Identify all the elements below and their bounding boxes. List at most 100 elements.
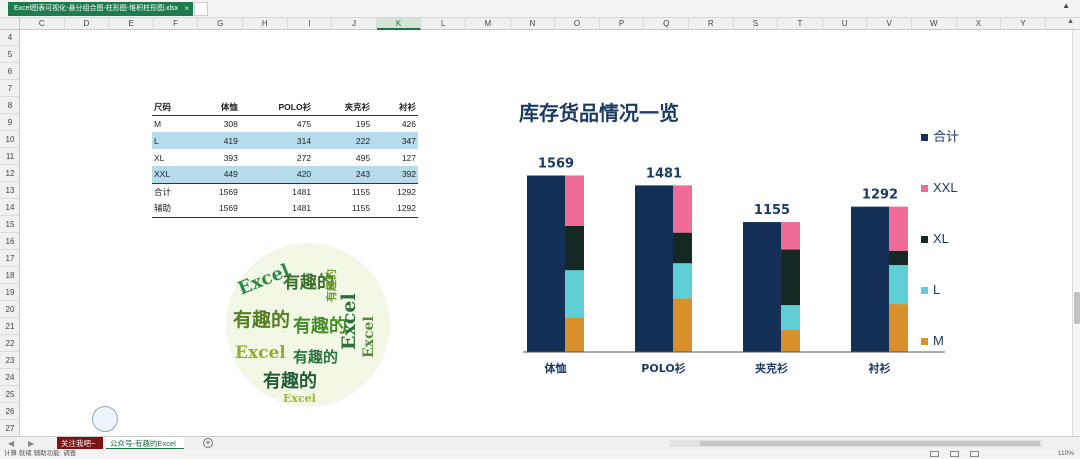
bar-segment-xxl-3[interactable] [781,222,800,250]
column-header-o[interactable]: O [555,18,600,30]
table-cell[interactable]: 127 [372,149,418,166]
column-header-k[interactable]: K [376,18,422,30]
row-header-8[interactable]: 8 [0,98,20,114]
bar-segment-xxl-2[interactable] [673,185,692,233]
header-tshirt[interactable]: 体恤 [194,100,240,116]
table-cell[interactable]: 272 [240,149,313,166]
table-cell[interactable]: 393 [194,149,240,166]
column-header-y[interactable]: Y [1001,18,1046,30]
zoom-level[interactable]: 110% [1058,449,1074,459]
column-header-p[interactable]: P [600,18,645,30]
row-header-17[interactable]: 17 [0,251,20,267]
row-header-22[interactable]: 22 [0,336,20,352]
row-header-18[interactable]: 18 [0,268,20,284]
table-cell[interactable]: 426 [372,115,418,132]
row-header-26[interactable]: 26 [0,404,20,420]
column-header-x[interactable]: X [957,18,1002,30]
bar-segment-m-3[interactable] [781,330,800,352]
table-cell[interactable]: 合计 [152,182,195,200]
table-cell[interactable]: 308 [194,115,240,132]
table-cell[interactable]: 347 [372,132,418,149]
table-cell[interactable]: 1292 [372,200,418,218]
header-size[interactable]: 尺码 [152,100,195,116]
row-header-15[interactable]: 15 [0,217,20,233]
add-sheet-button[interactable]: + [203,438,213,448]
row-header-16[interactable]: 16 [0,234,20,250]
bar-total-2[interactable] [635,185,673,352]
table-cell[interactable]: 475 [240,115,313,132]
row-header-21[interactable]: 21 [0,319,20,335]
column-header-l[interactable]: L [421,18,466,30]
table-cell[interactable]: 449 [194,166,240,183]
row-header-19[interactable]: 19 [0,285,20,301]
bar-segment-xl-4[interactable] [889,250,908,266]
table-cell[interactable]: 420 [239,166,314,183]
page-break-icon[interactable] [970,451,979,457]
normal-view-icon[interactable] [930,451,939,457]
table-cell[interactable]: 辅助 [152,200,195,218]
column-header-j[interactable]: J [332,18,377,30]
row-header-4[interactable]: 4 [0,30,20,46]
row-header-20[interactable]: 20 [0,302,20,318]
bar-segment-l-1[interactable] [565,270,584,318]
bar-segment-m-1[interactable] [565,317,584,352]
row-header-27[interactable]: 27 [0,421,20,437]
table-cell[interactable]: M [152,115,194,132]
row-header-12[interactable]: 12 [0,166,20,182]
legend-swatch-合计[interactable] [921,134,928,141]
table-cell[interactable]: XL [152,149,194,166]
vertical-scroll-thumb[interactable] [1074,292,1080,324]
table-cell[interactable]: 495 [313,149,372,166]
column-header-g[interactable]: G [198,18,243,30]
bar-segment-m-2[interactable] [673,298,692,352]
excel-word-cloud[interactable]: Excel 有趣的 有趣的 Excel 有趣的 Excel 有趣的 有趣的 Ex… [223,240,393,410]
column-header-f[interactable]: F [154,18,199,30]
table-cell[interactable]: 1569 [194,182,240,200]
column-header-w[interactable]: W [912,18,957,30]
page-layout-icon[interactable] [950,451,959,457]
table-cell[interactable]: 1481 [239,200,314,218]
bar-total-3[interactable] [743,222,781,352]
column-header-u[interactable]: U [823,18,868,30]
legend-swatch-xxl[interactable] [921,185,928,192]
column-header-m[interactable]: M [466,18,511,30]
table-cell[interactable]: 1155 [313,200,373,218]
scroll-up-icon[interactable]: ▲ [1067,18,1074,25]
bar-segment-l-4[interactable] [889,265,908,305]
table-cell[interactable]: 419 [194,132,240,149]
legend-label[interactable]: XL [933,231,949,246]
column-header-c[interactable]: C [20,18,65,30]
table-cell[interactable]: 1292 [372,182,418,200]
inventory-chart[interactable]: 库存货品情况一览 1569 1481 1155 1292 体恤 POLO衫 夹克衫 衬衫 合… [505,90,970,390]
row-header-10[interactable]: 10 [0,132,20,148]
column-header-n[interactable]: N [511,18,556,30]
row-header-7[interactable]: 7 [0,81,20,97]
row-header-9[interactable]: 9 [0,115,20,131]
header-polo[interactable]: POLO衫 [239,100,314,116]
legend-swatch-m[interactable] [921,338,928,345]
bar-segment-xl-3[interactable] [781,249,800,306]
row-header-23[interactable]: 23 [0,353,20,369]
horizontal-scroll-thumb[interactable] [700,441,1040,446]
column-header-i[interactable]: I [288,18,333,30]
table-cell[interactable]: 1155 [313,182,373,200]
table-cell[interactable]: L [152,132,195,149]
table-cell[interactable]: 243 [313,166,373,183]
table-cell[interactable]: 1481 [239,182,314,200]
row-header-25[interactable]: 25 [0,387,20,403]
bar-segment-xl-1[interactable] [565,226,584,271]
column-header-v[interactable]: V [867,18,912,30]
legend-label[interactable]: 合计 [933,129,959,144]
column-header-r[interactable]: R [689,18,734,30]
row-header-5[interactable]: 5 [0,47,20,63]
table-cell[interactable]: 314 [239,132,314,149]
legend-label[interactable]: L [933,282,940,297]
column-header-t[interactable]: T [778,18,823,30]
bar-segment-l-3[interactable] [781,305,800,331]
legend-label[interactable]: XXL [933,180,958,195]
bar-segment-xxl-1[interactable] [565,175,584,226]
bar-segment-xxl-4[interactable] [889,206,908,251]
new-tab-button[interactable] [194,2,208,16]
table-cell[interactable]: 222 [313,132,373,149]
bar-total-4[interactable] [851,206,889,352]
